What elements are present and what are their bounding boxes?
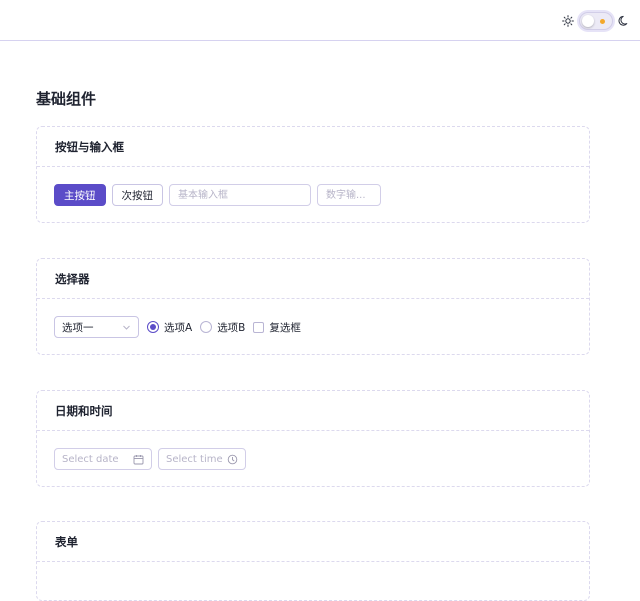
radio-label: 选项A	[164, 321, 193, 334]
card-body: 主按钮 次按钮	[37, 167, 589, 206]
primary-button[interactable]: 主按钮	[54, 184, 106, 206]
radio-option-a[interactable]: 选项A	[147, 320, 192, 335]
toggle-knob	[582, 15, 594, 27]
clock-icon	[227, 454, 238, 464]
moon-icon[interactable]	[618, 15, 630, 27]
checkbox-label: 复选框	[269, 321, 301, 334]
time-picker[interactable]: Select time	[158, 448, 246, 470]
secondary-button[interactable]: 次按钮	[111, 184, 163, 206]
radio-button[interactable]	[200, 321, 213, 333]
datetime-card: 日期和时间 Select date Select time	[36, 390, 590, 487]
number-input[interactable]	[317, 184, 381, 206]
selectors-card: 选择器 选项一 选项A 选项B 复选框	[36, 258, 590, 355]
calendar-icon	[133, 454, 144, 464]
select-value: 选项一	[62, 321, 94, 334]
option-select[interactable]: 选项一	[54, 316, 139, 338]
toggle-indicator-dot	[600, 19, 605, 24]
card-title: 选择器	[37, 259, 589, 299]
basic-input[interactable]	[169, 184, 311, 206]
time-placeholder: Select time	[166, 453, 223, 465]
buttons-inputs-card: 按钮与输入框 主按钮 次按钮	[36, 126, 590, 223]
card-title: 表单	[37, 522, 589, 562]
checkbox-option[interactable]: 复选框	[253, 320, 301, 335]
card-title: 按钮与输入框	[37, 127, 589, 167]
theme-control	[562, 11, 630, 31]
card-body: 选项一 选项A 选项B 复选框	[37, 299, 589, 338]
card-body: Select date Select time	[37, 431, 589, 470]
radio-label: 选项B	[217, 321, 246, 334]
date-picker[interactable]: Select date	[54, 448, 152, 470]
form-card: 表单	[36, 521, 590, 601]
card-title: 日期和时间	[37, 391, 589, 431]
radio-button-checked[interactable]	[147, 321, 159, 333]
radio-option-b[interactable]: 选项B	[200, 320, 245, 335]
theme-toggle-switch[interactable]	[579, 12, 613, 30]
checkbox[interactable]	[253, 321, 265, 333]
date-placeholder: Select date	[62, 453, 119, 465]
top-bar	[0, 0, 640, 41]
chevron-down-icon	[123, 325, 130, 330]
sun-icon[interactable]	[562, 15, 574, 27]
page-title: 基础组件	[36, 90, 97, 108]
